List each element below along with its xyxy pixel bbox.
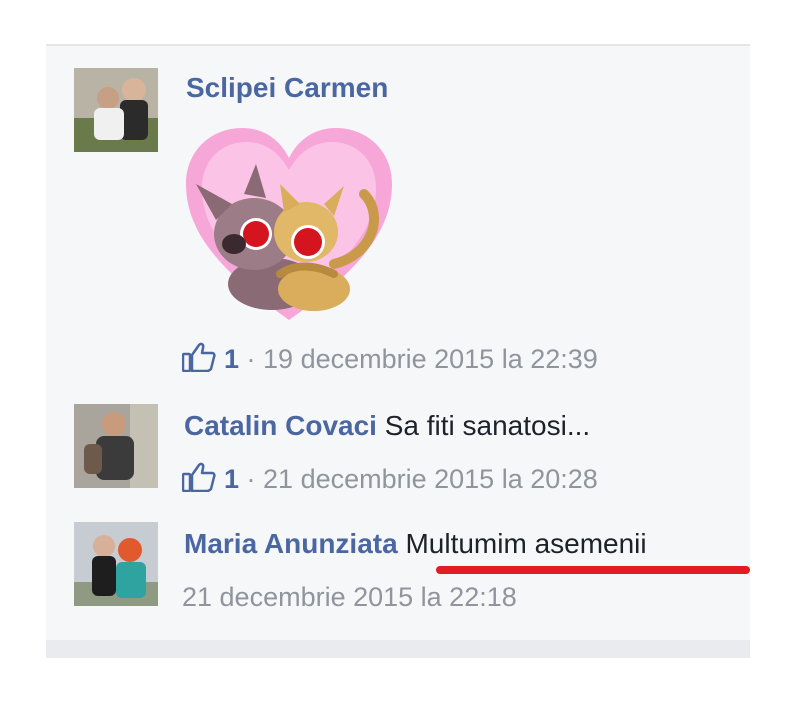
- meta-separator: ·: [239, 344, 264, 374]
- comment-timestamp[interactable]: 21 decembrie 2015 la 22:18: [182, 582, 517, 612]
- comment-text: Multumim asemenii: [405, 528, 647, 559]
- comment-meta: 21 decembrie 2015 la 22:18: [182, 582, 517, 612]
- comment-timestamp[interactable]: 19 decembrie 2015 la 22:39: [263, 344, 598, 374]
- heart-cats-hug-sticker: [184, 124, 394, 330]
- comment-text: Sa fiti sanatosi...: [384, 410, 591, 441]
- comment-author-line: Catalin Covaci Sa fiti sanatosi...: [184, 410, 590, 442]
- comment-meta: 1 · 19 decembrie 2015 la 22:39: [181, 342, 598, 378]
- thumbs-up-icon[interactable]: [181, 342, 216, 378]
- comment-author-link[interactable]: Maria Anunziata: [184, 528, 398, 559]
- avatar[interactable]: [74, 522, 158, 606]
- avatar[interactable]: [74, 404, 158, 488]
- avatar-photo-icon: [74, 404, 158, 488]
- like-count[interactable]: 1: [224, 464, 239, 494]
- highlight-underline: [436, 566, 750, 574]
- comment-meta: 1 · 21 decembrie 2015 la 20:28: [181, 462, 598, 498]
- avatar-photo-icon: [74, 522, 158, 606]
- comment-author-link[interactable]: Sclipei Carmen: [186, 72, 388, 104]
- comments-panel-footer: [46, 640, 750, 658]
- comment-timestamp[interactable]: 21 decembrie 2015 la 20:28: [263, 464, 598, 494]
- thumbs-up-icon[interactable]: [181, 462, 216, 498]
- like-count[interactable]: 1: [224, 344, 239, 374]
- avatar[interactable]: [74, 68, 158, 152]
- meta-separator: ·: [239, 464, 264, 494]
- comment-author-line: Maria Anunziata Multumim asemenii: [184, 528, 647, 560]
- comment-author-link[interactable]: Catalin Covaci: [184, 410, 377, 441]
- avatar-photo-icon: [74, 68, 158, 152]
